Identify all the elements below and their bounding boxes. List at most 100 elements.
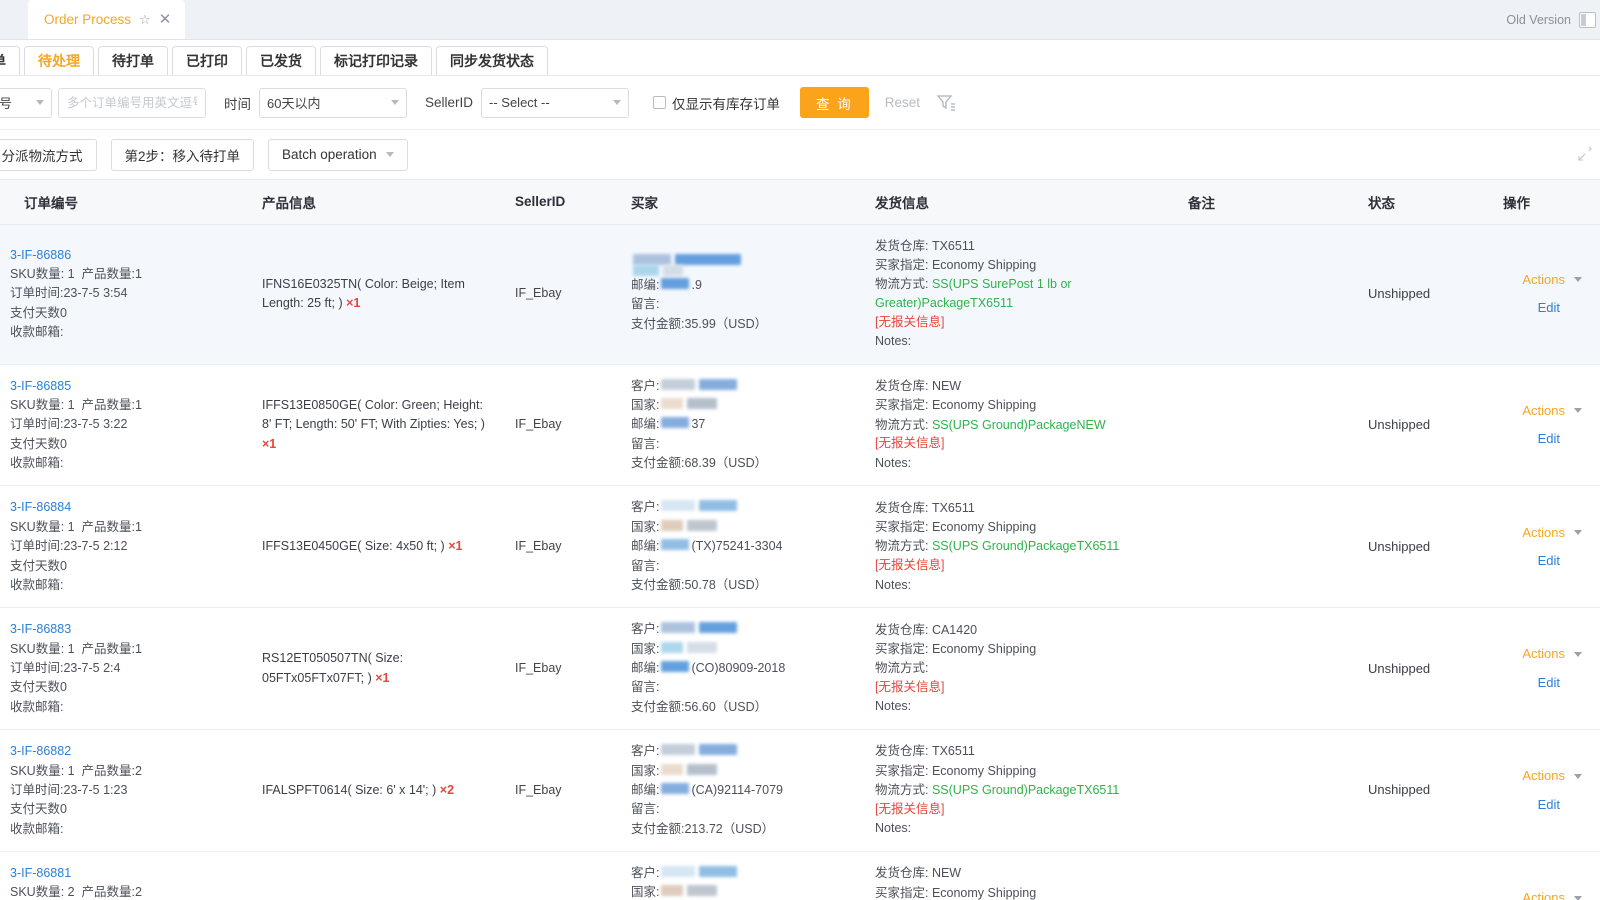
redacted-block	[699, 500, 738, 512]
window-panel-icon[interactable]	[1579, 12, 1596, 28]
cell-seller-id: IF_Ebay	[505, 224, 621, 365]
product-quantity: ×1	[375, 670, 390, 685]
batch-operation-label: Batch operation	[282, 147, 377, 162]
cell-shipping-info: 发货仓库: NEW 买家指定: Economy Shipping 物流方式: SS(…	[865, 364, 1178, 487]
edit-link[interactable]: Edit	[1503, 673, 1560, 693]
cell-note	[1178, 364, 1358, 487]
time-range-value: 60天以内	[267, 96, 321, 111]
sku-and-product-qty: SKU数量: 2 产品数量:2	[10, 885, 142, 900]
redacted-block	[661, 519, 684, 531]
cell-shipping-info: 发货仓库: TX6511 买家指定: Economy Shipping 物流方式: …	[865, 485, 1178, 609]
status-tab-print-records[interactable]: 标记打印记录	[320, 46, 432, 75]
order-time: 订单时间:23-7-5 3:54	[10, 286, 128, 301]
shipping-method-value: SS(UPS Ground)PackageTX6511	[931, 539, 1120, 554]
actions-dropdown-button[interactable]: Actions	[1522, 766, 1582, 786]
actions-dropdown-button[interactable]: Actions	[1522, 401, 1582, 421]
redacted-block	[661, 417, 690, 429]
actions-dropdown-button[interactable]: Actions	[1522, 523, 1582, 543]
order-id-link[interactable]: 3-IF-86883	[10, 620, 242, 639]
status-tab-printed[interactable]: 已打印	[172, 46, 242, 75]
cell-buyer-info: 客户: 国家: 邮编: (CO)80909-2018 留言: 支付金额: 56.60（USD…	[621, 607, 865, 731]
buyer-message: 留言:	[631, 680, 660, 695]
redacted-block	[661, 866, 696, 877]
table-row[interactable]: 3-IF-86883 SKU数量: 1 产品数量:1 订单时间:23-7-5 2:4…	[0, 607, 1600, 731]
batch-operation-button[interactable]: Batch operation	[268, 138, 408, 171]
edit-link[interactable]: Edit	[1503, 298, 1560, 318]
step2-move-to-print-button[interactable]: 第2步：移入待打单	[110, 138, 255, 171]
cell-note	[1178, 224, 1358, 365]
th-seller: SellerID	[505, 180, 621, 225]
cell-shipping-info: 发货仓库: TX6511 买家指定: Economy Shipping 物流方式: …	[865, 224, 1178, 365]
cell-seller-id: IF_Ebay	[505, 364, 621, 487]
shipping-method: 物流方式: SS(UPS Ground)PackageNEW	[875, 417, 1106, 432]
shipping-warehouse: 发货仓库: NEW	[875, 866, 962, 881]
stock-only-checkbox[interactable]	[653, 96, 667, 109]
status-tab-sync-shipping[interactable]: 同步发货状态	[436, 46, 548, 75]
table-row[interactable]: 3-IF-86881SKU数量: 2 产品数量:2订单时间:23-7-5 0:5…	[0, 851, 1600, 900]
cell-note	[1178, 607, 1358, 731]
cell-status: Unshipped	[1358, 729, 1493, 852]
status-badge: Unshipped	[1368, 285, 1431, 301]
no-customs-info: [无报关信息]	[875, 436, 945, 451]
status-tab-shipped[interactable]: 已发货	[246, 46, 316, 75]
star-outline-icon[interactable]: ☆	[139, 13, 151, 26]
cell-status: Unshipped	[1358, 607, 1493, 731]
stock-only-checkbox-wrap[interactable]: 仅显示有库存订单	[653, 93, 780, 113]
order-id-link[interactable]: 3-IF-86886	[10, 246, 242, 265]
cell-order-info: 3-IF-86884 SKU数量: 1 产品数量:1 订单时间:23-7-5 2:1…	[0, 485, 252, 609]
order-field-select[interactable]: 编号	[0, 87, 52, 118]
app-tab-order-process[interactable]: Order Process ☆ ✕	[28, 0, 186, 39]
shipping-warehouse: 发货仓库: NEW	[875, 378, 962, 393]
status-badge: Unshipped	[1368, 538, 1431, 554]
cell-seller-id: IF_Ebay	[505, 485, 621, 609]
order-time: 订单时间:23-7-5 2:12	[10, 539, 128, 554]
cell-shipping-info: 发货仓库: CA1420 买家指定: Economy Shipping 物流方式: […	[865, 607, 1178, 731]
cell-actions: Actions Edit	[1493, 485, 1600, 609]
filter-bar: 编号 时间 60天以内 SellerID -- Select -- 仅显示有库存…	[0, 76, 1600, 130]
buyer-customer: 客户:	[631, 620, 855, 639]
product-quantity: ×1	[346, 296, 361, 310]
cell-product-info: RS12ET050507TN( Size: 05FTx05FTx07FT; ) …	[252, 607, 505, 731]
edit-link[interactable]: Edit	[1503, 795, 1560, 815]
buyer-paid-amount: 支付金额: 50.78（USD）	[631, 577, 768, 592]
buyer-customer: 客户:	[631, 498, 855, 517]
table-row[interactable]: 3-IF-86886 SKU数量: 1 产品数量:1 订单时间:23-7-5 3:5…	[0, 224, 1600, 365]
cell-product-info: IFFS13E0450GE( Size: 4x50 ft; ) ×1	[252, 485, 505, 609]
old-version-link[interactable]: Old Version	[1506, 13, 1571, 27]
redacted-block	[687, 885, 718, 897]
redacted-block	[633, 264, 659, 276]
table-row[interactable]: 3-IF-86882 SKU数量: 1 产品数量:2 订单时间:23-7-5 1:2…	[0, 729, 1600, 852]
status-tab-0[interactable]: 单	[0, 46, 20, 75]
status-tab-pending[interactable]: 待处理	[24, 46, 94, 75]
orders-table-container: 订单编号 产品信息 SellerID 买家 发货信息 备注 状态 操作 3-IF…	[0, 180, 1600, 900]
table-settings-icon[interactable]	[1576, 144, 1594, 162]
edit-link[interactable]: Edit	[1503, 429, 1560, 449]
table-row[interactable]: 3-IF-86885 SKU数量: 1 产品数量:1 订单时间:23-7-5 3:2…	[0, 364, 1600, 487]
actions-dropdown-label: Actions	[1522, 402, 1565, 418]
buyer-message: 留言:	[631, 436, 660, 451]
edit-link[interactable]: Edit	[1503, 551, 1560, 571]
reset-button[interactable]: Reset	[885, 95, 920, 110]
time-range-select[interactable]: 60天以内	[259, 87, 407, 118]
status-tab-to-print[interactable]: 待打单	[98, 46, 168, 75]
actions-dropdown-label: Actions	[1522, 768, 1565, 784]
cell-actions: Actions Edit	[1493, 364, 1600, 487]
seller-id-select[interactable]: -- Select --	[481, 87, 630, 118]
actions-dropdown-button[interactable]: Actions	[1522, 888, 1582, 900]
order-id-link[interactable]: 3-IF-86882	[10, 742, 242, 761]
order-id-link[interactable]: 3-IF-86881	[10, 864, 242, 883]
redacted-block	[663, 264, 683, 276]
order-number-input[interactable]	[58, 87, 206, 118]
search-button[interactable]: 查 询	[800, 87, 869, 118]
order-id-link[interactable]: 3-IF-86884	[10, 498, 242, 517]
actions-dropdown-button[interactable]: Actions	[1522, 270, 1582, 290]
filter-funnel-icon[interactable]	[936, 93, 956, 113]
chevron-down-icon	[1574, 651, 1582, 657]
order-id-link[interactable]: 3-IF-86885	[10, 377, 242, 396]
close-icon[interactable]: ✕	[159, 12, 172, 27]
buyer-country: 国家:	[631, 640, 855, 659]
step1-assign-logistics-button[interactable]: ：分派物流方式	[0, 138, 97, 171]
table-row[interactable]: 3-IF-86884 SKU数量: 1 产品数量:1 订单时间:23-7-5 2:1…	[0, 485, 1600, 609]
actions-dropdown-button[interactable]: Actions	[1522, 644, 1582, 664]
redacted-block	[661, 539, 690, 551]
